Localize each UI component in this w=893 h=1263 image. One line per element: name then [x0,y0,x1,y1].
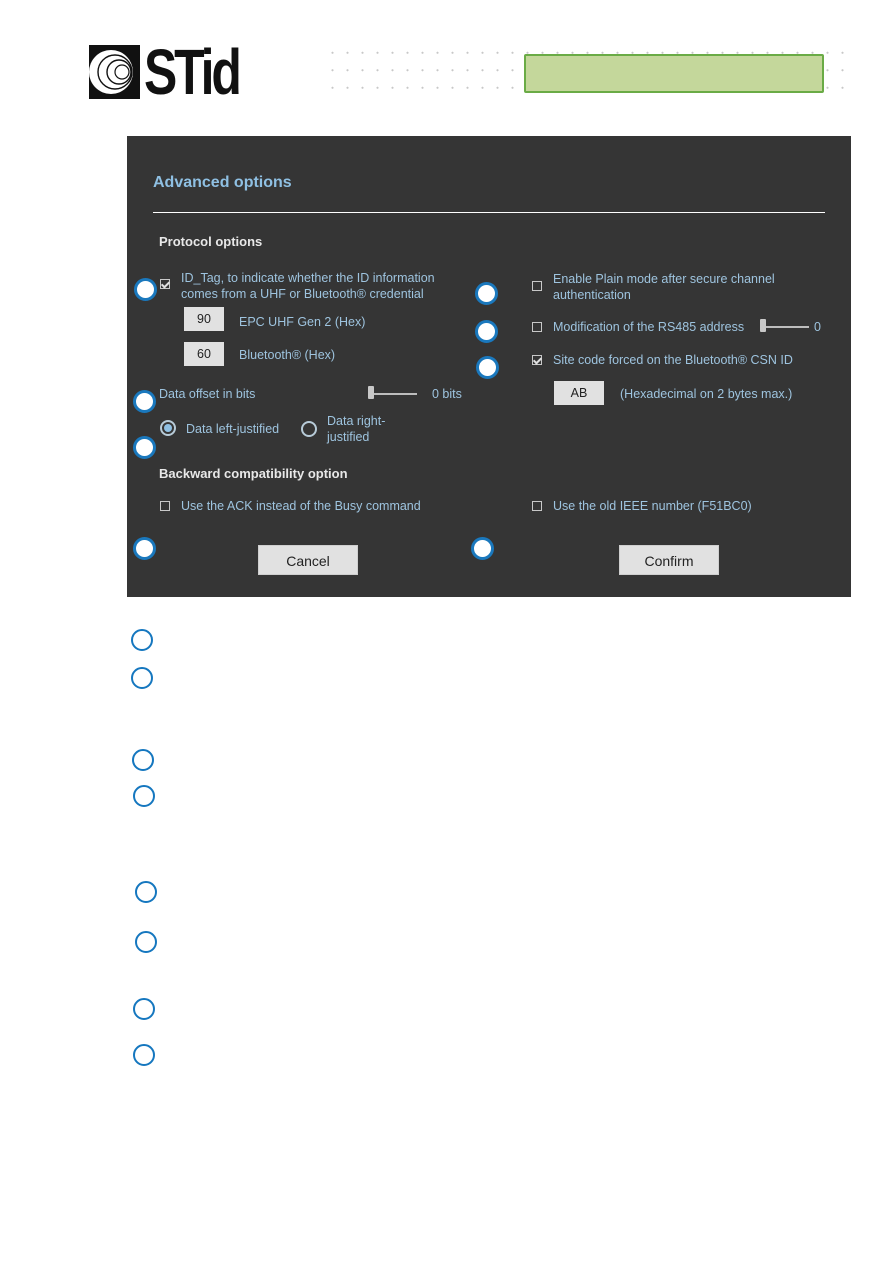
plain-mode-line1: Enable Plain mode after secure channel [553,272,775,286]
right-justified-radio[interactable] [301,421,317,437]
legend-callout-2 [131,667,153,689]
ack-option-label: Use the ACK instead of the Busy command [181,499,421,513]
logo-mark-icon [89,45,140,99]
rs485-label: Modification of the RS485 address [553,320,745,334]
title-divider [153,212,825,213]
left-justified-radio[interactable] [160,420,176,436]
right-justified-line2: justified [327,430,370,444]
confirm-button[interactable]: Confirm [619,545,719,575]
protocol-options-heading: Protocol options [159,234,263,249]
data-offset-value: 0 bits [432,387,462,401]
callout-marker-6 [133,436,156,459]
callout-marker-3 [475,320,498,343]
ieee-option-checkbox[interactable] [532,501,542,511]
id-tag-label-line1: ID_Tag, to indicate whether the ID infor… [181,271,435,285]
epc-uhf-input[interactable]: 90 [184,307,224,331]
legend-callout-3 [132,749,154,771]
legend-callout-1 [131,629,153,651]
header-green-banner [524,54,824,93]
epc-uhf-label: EPC UHF Gen 2 (Hex) [239,315,366,329]
backward-compatibility-heading: Backward compatibility option [159,466,348,481]
callout-marker-4 [476,356,499,379]
site-code-checkbox[interactable] [532,355,542,365]
stid-logo: STid [89,36,265,108]
site-code-label: Site code forced on the Bluetooth® CSN I… [553,353,793,367]
bluetooth-hex-input[interactable]: 60 [184,342,224,366]
logo-wordmark: STid [143,36,242,108]
legend-callout-6 [135,931,157,953]
plain-mode-label: Enable Plain mode after secure channel a… [553,271,775,303]
plain-mode-line2: authentication [553,288,631,302]
data-offset-slider-thumb[interactable] [368,386,374,399]
callout-marker-7 [133,537,156,560]
site-code-hint: (Hexadecimal on 2 bytes max.) [620,387,793,401]
legend-callout-5 [135,881,157,903]
rs485-checkbox[interactable] [532,322,542,332]
dialog-title: Advanced options [153,174,292,191]
rs485-slider-track[interactable] [763,326,809,328]
site-code-input[interactable]: AB [554,381,604,405]
rs485-value: 0 [814,320,821,334]
callout-marker-5 [133,390,156,413]
id-tag-label: ID_Tag, to indicate whether the ID infor… [181,270,435,302]
cancel-button[interactable]: Cancel [258,545,358,575]
left-justified-label: Data left-justified [186,422,280,436]
rs485-slider-thumb[interactable] [760,319,766,332]
id-tag-checkbox[interactable] [160,279,170,289]
data-offset-label: Data offset in bits [159,387,256,401]
right-justified-label: Data right- justified [327,413,385,445]
callout-marker-8 [471,537,494,560]
callout-marker-2 [475,282,498,305]
ack-option-checkbox[interactable] [160,501,170,511]
bluetooth-hex-label: Bluetooth® (Hex) [239,348,336,362]
legend-callout-8 [133,1044,155,1066]
ieee-option-label: Use the old IEEE number (F51BC0) [553,499,752,513]
id-tag-label-line2: comes from a UHF or Bluetooth® credentia… [181,287,424,301]
legend-callout-4 [133,785,155,807]
callout-marker-1 [134,278,157,301]
plain-mode-checkbox[interactable] [532,281,542,291]
legend-callout-7 [133,998,155,1020]
right-justified-line1: Data right- [327,414,386,428]
data-offset-slider-track[interactable] [371,393,417,395]
